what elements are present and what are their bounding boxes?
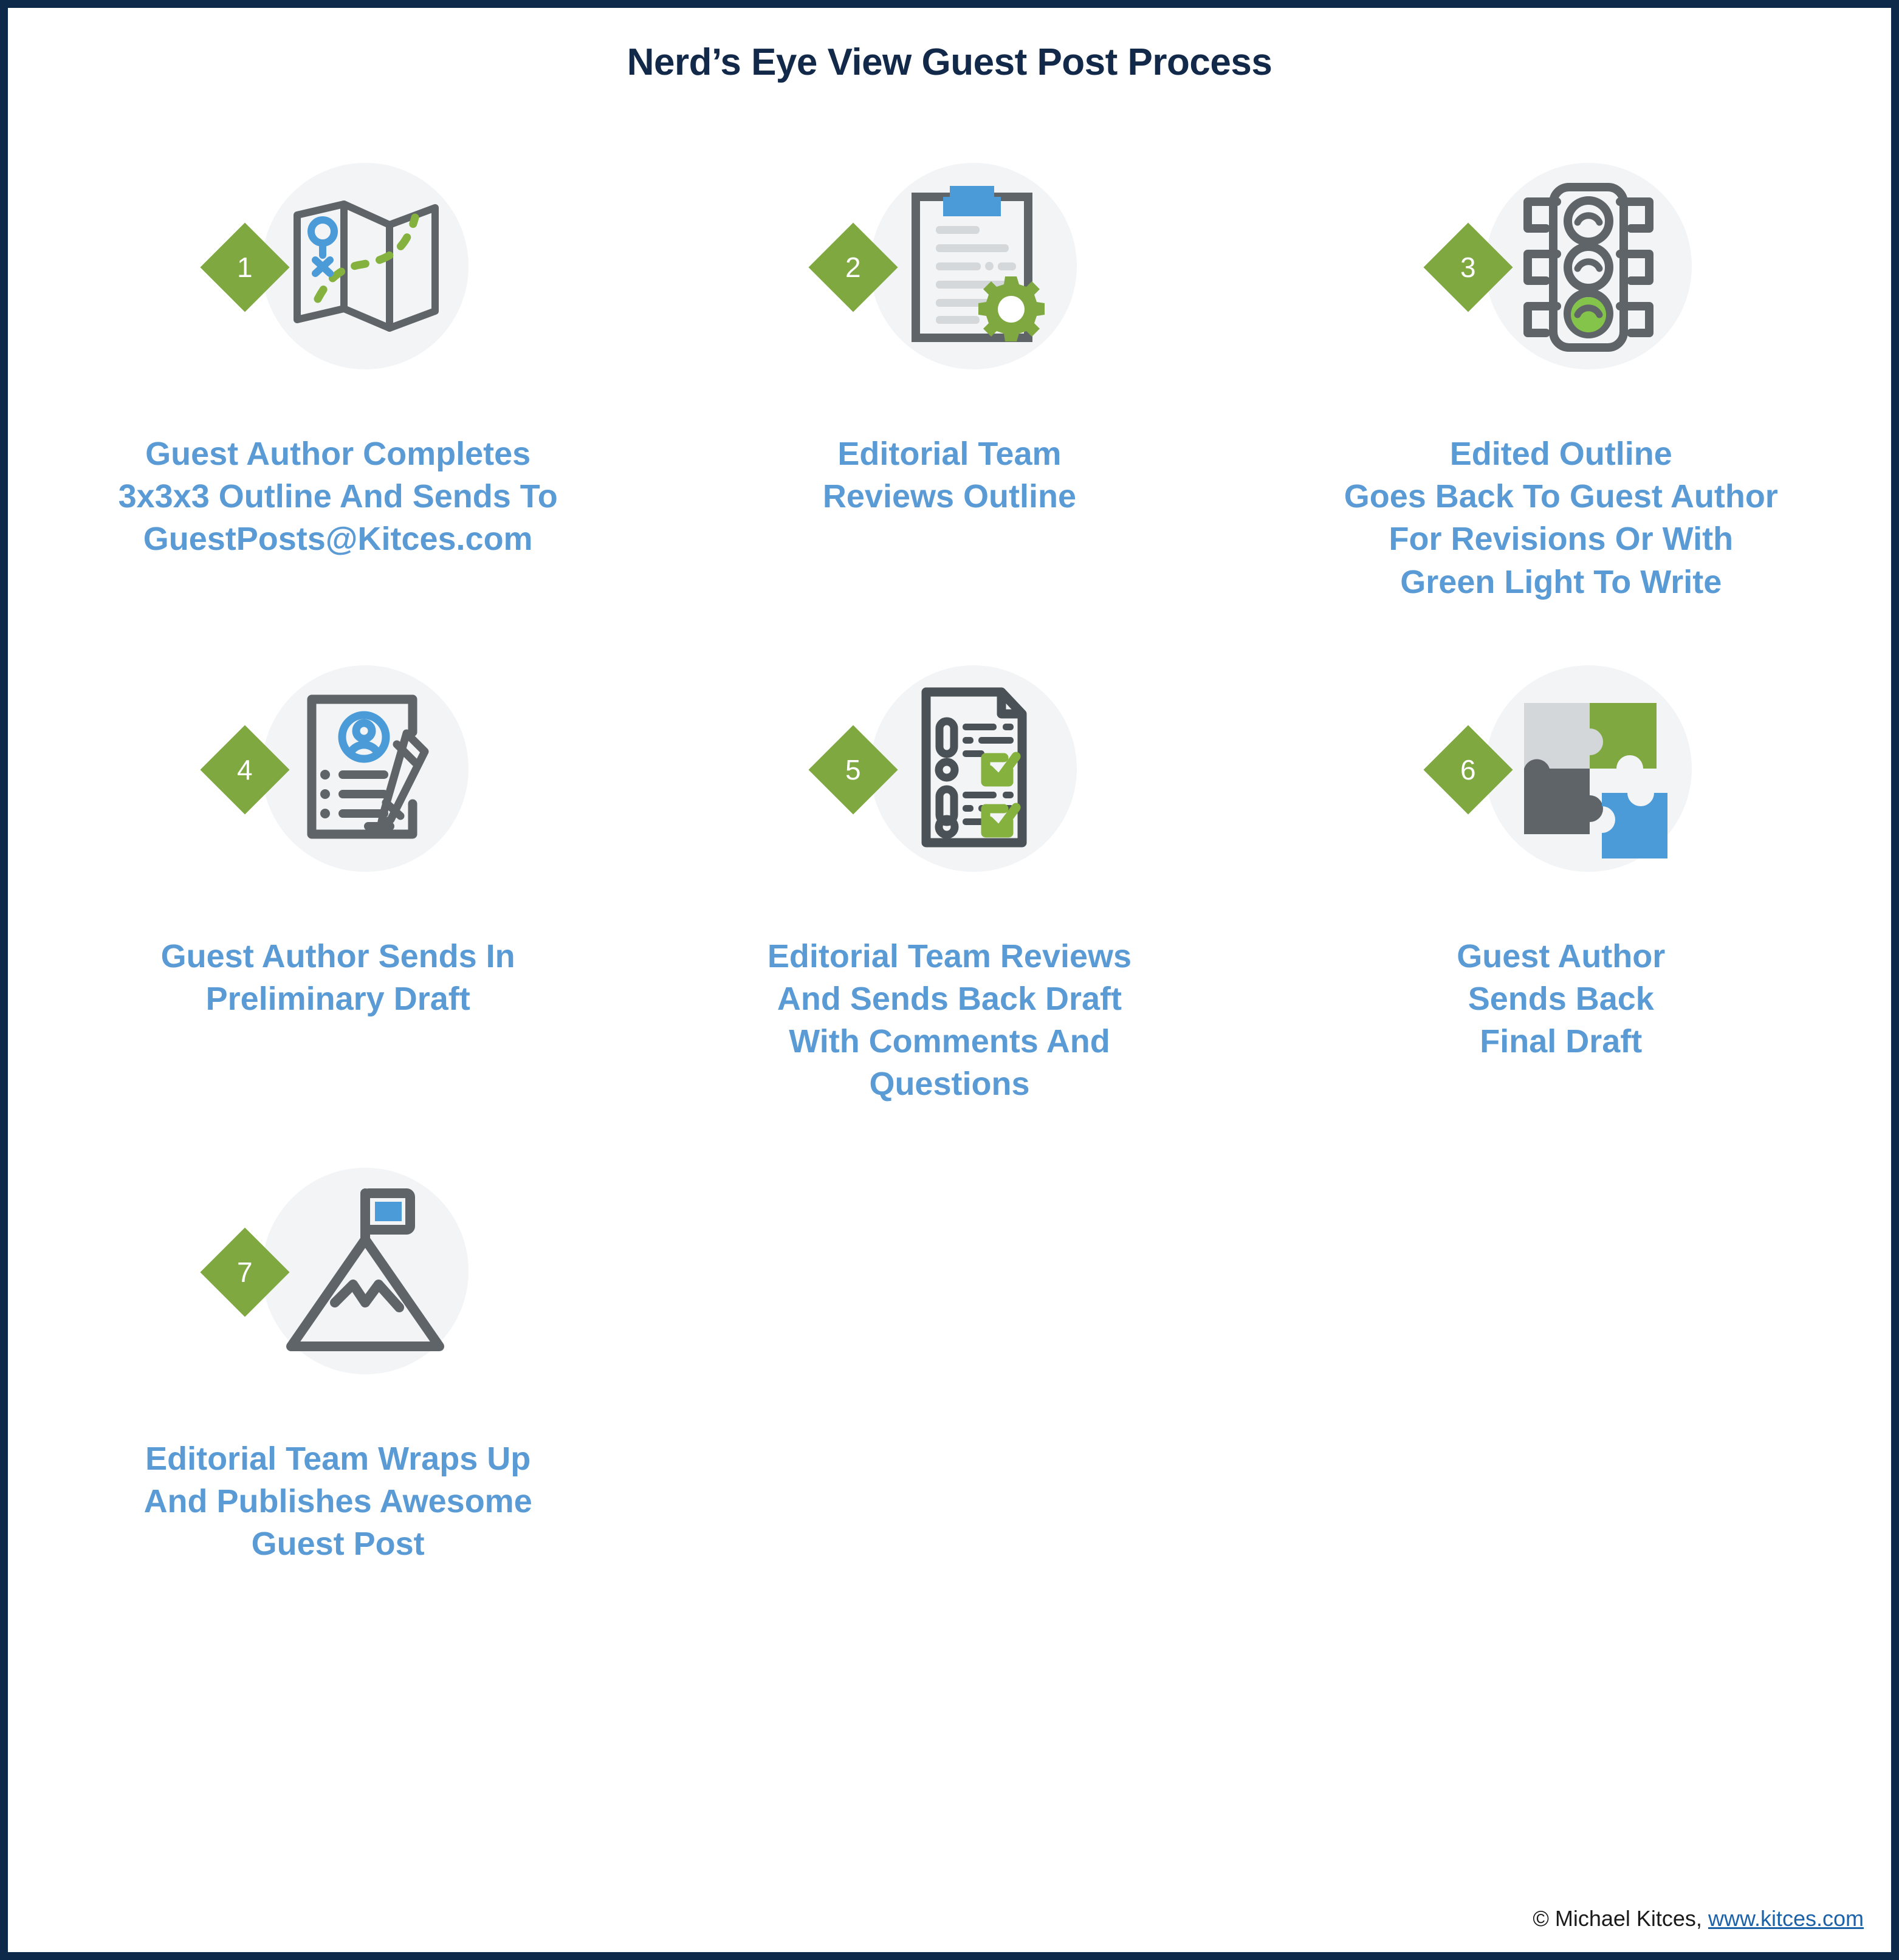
puzzle-pieces-icon xyxy=(1485,665,1692,872)
steps-row-2: 4 Guest Author Sends In Preliminary Draf… xyxy=(32,659,1867,1106)
caption-line: And Sends Back Draft xyxy=(777,980,1122,1017)
step-3-number: 3 xyxy=(1460,252,1476,283)
process-step-3: 3 Edited Outline Goes Back To Guest Auth… xyxy=(1255,157,1867,603)
copyright-text: © Michael Kitces, xyxy=(1533,1906,1702,1931)
step-2-number: 2 xyxy=(845,252,862,283)
caption-line: Guest Author Completes xyxy=(145,436,531,472)
step-7-icon-area: 7 xyxy=(200,1162,469,1417)
caption-line: Edited Outline xyxy=(1449,436,1672,472)
step-3-icon-area: 3 xyxy=(1423,157,1692,412)
process-step-2: 2 Editorial Team Reviews Outline xyxy=(644,157,1255,518)
title-bar: Nerd’s Eye View Guest Post Process xyxy=(8,8,1891,84)
process-step-1: 1 Guest Author Completes 3x3x3 Outline A… xyxy=(32,157,644,561)
steps-grid: 1 Guest Author Completes 3x3x3 Outline A… xyxy=(8,84,1891,1565)
caption-line: Goes Back To Guest Author xyxy=(1344,478,1778,515)
clipboard-gear-icon xyxy=(870,163,1077,369)
caption-line: Guest Post xyxy=(251,1525,425,1562)
caption-line: And Publishes Awesome xyxy=(143,1482,532,1520)
step-2-icon-area: 2 xyxy=(808,157,1077,412)
caption-line: 3x3x3 Outline And Sends To xyxy=(118,478,558,515)
step-4-icon-area: 4 xyxy=(200,659,469,914)
step-7-caption: Editorial Team Wraps Up And Publishes Aw… xyxy=(144,1437,532,1566)
steps-row-1: 1 Guest Author Completes 3x3x3 Outline A… xyxy=(32,157,1867,603)
step-4-caption: Guest Author Sends In Preliminary Draft xyxy=(161,935,515,1020)
step-5-caption: Editorial Team Reviews And Sends Back Dr… xyxy=(767,935,1132,1106)
caption-line: With Comments And xyxy=(789,1023,1110,1060)
page-title: Nerd’s Eye View Guest Post Process xyxy=(627,41,1272,83)
infographic-poster: Nerd’s Eye View Guest Post Process 1 Gue… xyxy=(0,0,1899,1960)
caption-line: Guest Author Sends In xyxy=(160,937,515,975)
caption-line: Editorial Team Wraps Up xyxy=(145,1440,531,1477)
step-1-number: 1 xyxy=(237,252,253,283)
traffic-light-icon xyxy=(1485,163,1692,369)
step-5-icon-area: 5 xyxy=(808,659,1077,914)
step-1-caption: Guest Author Completes 3x3x3 Outline And… xyxy=(118,433,558,561)
caption-line: Reviews Outline xyxy=(822,478,1077,515)
footer-attribution: © Michael Kitces, www.kitces.com xyxy=(1533,1906,1864,1931)
step-6-icon-area: 6 xyxy=(1423,659,1692,914)
caption-line: Questions xyxy=(869,1066,1030,1103)
caption-line: Green Light To Write xyxy=(1400,563,1722,600)
caption-line: Guest Author xyxy=(1457,937,1666,975)
caption-line: For Revisions Or With xyxy=(1389,521,1734,558)
kitces-website-link[interactable]: www.kitces.com xyxy=(1708,1906,1864,1931)
document-pencil-icon xyxy=(262,665,469,872)
step-2-caption: Editorial Team Reviews Outline xyxy=(823,433,1076,518)
process-step-7: 7 Editorial Team Wraps Up And Publishes … xyxy=(32,1162,644,1566)
process-step-5: 5 Editorial Team Reviews And Sends Back … xyxy=(644,659,1255,1106)
caption-line: GuestPosts@Kitces.com xyxy=(143,521,533,558)
caption-line: Sends Back xyxy=(1468,980,1654,1017)
folded-map-icon xyxy=(262,163,469,369)
mountain-flag-icon xyxy=(262,1168,469,1374)
process-step-6: 6 Guest Author Sends Back Final Draft xyxy=(1255,659,1867,1063)
checklist-document-icon xyxy=(870,665,1077,872)
step-1-icon-area: 1 xyxy=(200,157,469,412)
step-3-caption: Edited Outline Goes Back To Guest Author… xyxy=(1344,433,1778,603)
process-step-4: 4 Guest Author Sends In Preliminary Draf… xyxy=(32,659,644,1020)
step-4-number: 4 xyxy=(237,753,253,786)
steps-row-3: 7 Editorial Team Wraps Up And Publishes … xyxy=(32,1162,1867,1566)
caption-line: Editorial Team Reviews xyxy=(767,937,1132,975)
caption-line: Final Draft xyxy=(1480,1023,1643,1060)
step-6-caption: Guest Author Sends Back Final Draft xyxy=(1457,935,1665,1063)
caption-line: Editorial Team xyxy=(837,436,1062,472)
step-5-number: 5 xyxy=(845,753,862,786)
step-7-number: 7 xyxy=(237,1256,253,1288)
step-6-number: 6 xyxy=(1460,753,1476,786)
caption-line: Preliminary Draft xyxy=(205,980,470,1017)
